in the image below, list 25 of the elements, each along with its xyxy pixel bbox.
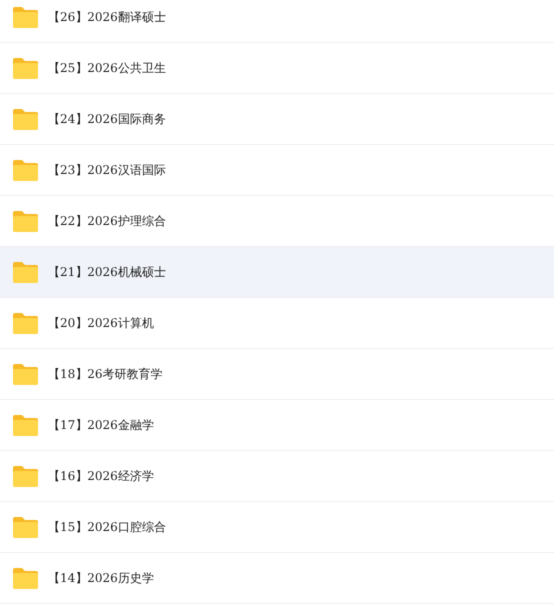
folder-icon — [13, 466, 38, 486]
folder-name: 【15】2026口腔综合 — [48, 518, 166, 536]
folder-name: 【17】2026金融学 — [48, 416, 154, 434]
folder-row[interactable]: 【21】2026机械硕士 — [0, 247, 554, 298]
folder-icon — [13, 262, 38, 282]
folder-name: 【21】2026机械硕士 — [48, 264, 166, 280]
folder-name: 【23】2026汉语国际 — [48, 162, 166, 178]
folder-name: 【18】26考研教育学 — [48, 366, 163, 382]
folder-name: 【26】2026翻译硕士 — [48, 8, 166, 26]
folder-name: 【20】2026计算机 — [48, 314, 154, 332]
folder-icon — [13, 160, 38, 180]
folder-icon — [13, 312, 38, 334]
folder-icon — [13, 210, 38, 232]
folder-icon — [13, 108, 38, 130]
folder-icon — [13, 58, 38, 78]
folder-icon — [13, 6, 38, 28]
folder-icon — [13, 568, 38, 588]
folder-name: 【16】2026经济学 — [48, 468, 154, 484]
folder-icon — [13, 516, 38, 538]
folder-name: 【22】2026护理综合 — [48, 212, 166, 230]
folder-name: 【25】2026公共卫生 — [48, 60, 166, 76]
folder-name: 【24】2026国际商务 — [48, 110, 166, 128]
folder-icon — [13, 414, 38, 436]
folder-icon — [13, 364, 38, 384]
folder-name: 【14】2026历史学 — [48, 570, 154, 586]
